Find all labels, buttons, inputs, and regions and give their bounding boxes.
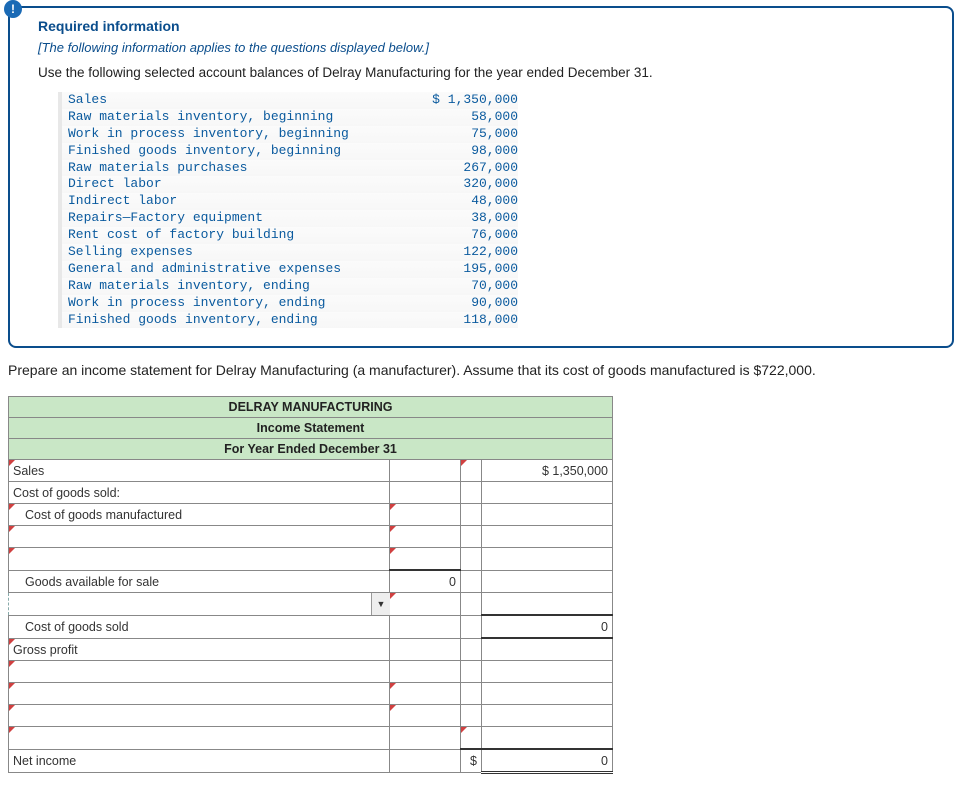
- ws-cell: [461, 549, 481, 570]
- ws-cell[interactable]: [390, 482, 460, 503]
- ws-dropdown-cell[interactable]: [9, 728, 389, 749]
- ws-cell[interactable]: [390, 504, 460, 525]
- chevron-down-icon[interactable]: ▼: [371, 593, 390, 615]
- ws-cell[interactable]: [390, 594, 460, 615]
- ws-gafs-label: Goods available for sale: [9, 571, 389, 592]
- account-label: Repairs—Factory equipment: [58, 210, 398, 227]
- ws-gafs-value: 0: [390, 571, 460, 592]
- account-value: 90,000: [398, 295, 518, 312]
- account-label: Finished goods inventory, ending: [58, 312, 398, 329]
- ws-cogs-header: Cost of goods sold:: [9, 482, 389, 503]
- ws-dropdown-cell[interactable]: [9, 661, 389, 682]
- account-label: Raw materials inventory, ending: [58, 278, 398, 295]
- ws-cell[interactable]: [482, 504, 612, 525]
- ws-net-income-value: 0: [482, 750, 612, 771]
- ws-cell: [461, 639, 481, 660]
- ws-cell[interactable]: [482, 482, 612, 503]
- account-label: Indirect labor: [58, 193, 398, 210]
- ws-statement-header: Income Statement: [9, 418, 613, 439]
- ws-period-header: For Year Ended December 31: [9, 439, 613, 460]
- ws-cell[interactable]: [482, 639, 612, 660]
- account-label: Work in process inventory, ending: [58, 295, 398, 312]
- ws-cell[interactable]: [390, 526, 460, 547]
- ws-cell[interactable]: [482, 526, 612, 547]
- ws-cell[interactable]: [461, 727, 481, 748]
- ws-sales-label[interactable]: Sales: [9, 460, 389, 481]
- ws-cell: [461, 661, 481, 682]
- ws-cell[interactable]: [390, 705, 460, 726]
- ws-cell: [461, 482, 481, 503]
- account-label: Work in process inventory, beginning: [58, 126, 398, 143]
- ws-active-dropdown-cell[interactable]: ▼: [9, 593, 390, 616]
- ws-cogm-label[interactable]: Cost of goods manufactured: [9, 504, 389, 525]
- ws-cell[interactable]: [482, 683, 612, 704]
- account-label: Selling expenses: [58, 244, 398, 261]
- alert-icon: !: [4, 0, 22, 18]
- ws-cell: [461, 571, 481, 592]
- account-label: Finished goods inventory, beginning: [58, 143, 398, 160]
- account-value: 48,000: [398, 193, 518, 210]
- ws-cell[interactable]: [390, 548, 460, 569]
- account-label: Rent cost of factory building: [58, 227, 398, 244]
- account-value: 122,000: [398, 244, 518, 261]
- account-value: 267,000: [398, 160, 518, 177]
- account-value: 58,000: [398, 109, 518, 126]
- account-label: Raw materials inventory, beginning: [58, 109, 398, 126]
- account-balances-table: Sales$ 1,350,000 Raw materials inventory…: [58, 92, 924, 328]
- ws-cell[interactable]: [461, 460, 481, 481]
- ws-cell[interactable]: [390, 661, 460, 682]
- ws-cogs-value: 0: [482, 616, 612, 637]
- account-value: 70,000: [398, 278, 518, 295]
- account-value: $ 1,350,000: [398, 92, 518, 109]
- ws-cell[interactable]: [482, 705, 612, 726]
- ws-cell: [461, 594, 481, 615]
- ws-cell[interactable]: [390, 683, 460, 704]
- account-value: 98,000: [398, 143, 518, 160]
- account-value: 75,000: [398, 126, 518, 143]
- ws-cell[interactable]: [390, 751, 460, 772]
- ws-cell[interactable]: [390, 639, 460, 660]
- ws-cogs-label: Cost of goods sold: [9, 616, 389, 637]
- question-text: Prepare an income statement for Delray M…: [8, 362, 954, 378]
- account-label: Raw materials purchases: [58, 160, 398, 177]
- ws-cell: [461, 683, 481, 704]
- ws-cell: [461, 705, 481, 726]
- income-statement-worksheet: DELRAY MANUFACTURING Income Statement Fo…: [8, 396, 613, 774]
- required-info-heading: Required information: [38, 18, 924, 34]
- account-label: Sales: [58, 92, 398, 109]
- account-label: General and administrative expenses: [58, 261, 398, 278]
- ws-cell: [461, 616, 481, 637]
- ws-cell: [461, 526, 481, 547]
- ws-cell[interactable]: [482, 727, 612, 748]
- ws-cell[interactable]: [482, 593, 612, 614]
- ws-dropdown-cell[interactable]: [9, 705, 389, 726]
- ws-cell[interactable]: [482, 661, 612, 682]
- account-value: 118,000: [398, 312, 518, 329]
- ws-currency-symbol: $: [461, 751, 481, 772]
- ws-net-income-label: Net income: [9, 751, 389, 772]
- account-value: 38,000: [398, 210, 518, 227]
- ws-cell[interactable]: [390, 616, 460, 637]
- account-value: 320,000: [398, 176, 518, 193]
- ws-cell[interactable]: [390, 728, 460, 749]
- required-info-directive: Use the following selected account balan…: [38, 65, 924, 80]
- ws-cell[interactable]: [482, 571, 612, 592]
- ws-cell[interactable]: [390, 460, 460, 481]
- ws-cell[interactable]: [482, 549, 612, 570]
- account-label: Direct labor: [58, 176, 398, 193]
- ws-company-header: DELRAY MANUFACTURING: [9, 397, 613, 418]
- required-info-subheading: [The following information applies to th…: [38, 40, 924, 55]
- required-information-box: ! Required information [The following in…: [8, 6, 954, 348]
- account-value: 195,000: [398, 261, 518, 278]
- ws-dropdown-cell[interactable]: [9, 526, 389, 547]
- account-value: 76,000: [398, 227, 518, 244]
- ws-gross-profit-label[interactable]: Gross profit: [9, 639, 389, 660]
- ws-dropdown-cell[interactable]: [9, 683, 389, 704]
- ws-cell: [461, 504, 481, 525]
- ws-sales-value[interactable]: $ 1,350,000: [482, 460, 612, 481]
- ws-dropdown-cell[interactable]: [9, 549, 389, 570]
